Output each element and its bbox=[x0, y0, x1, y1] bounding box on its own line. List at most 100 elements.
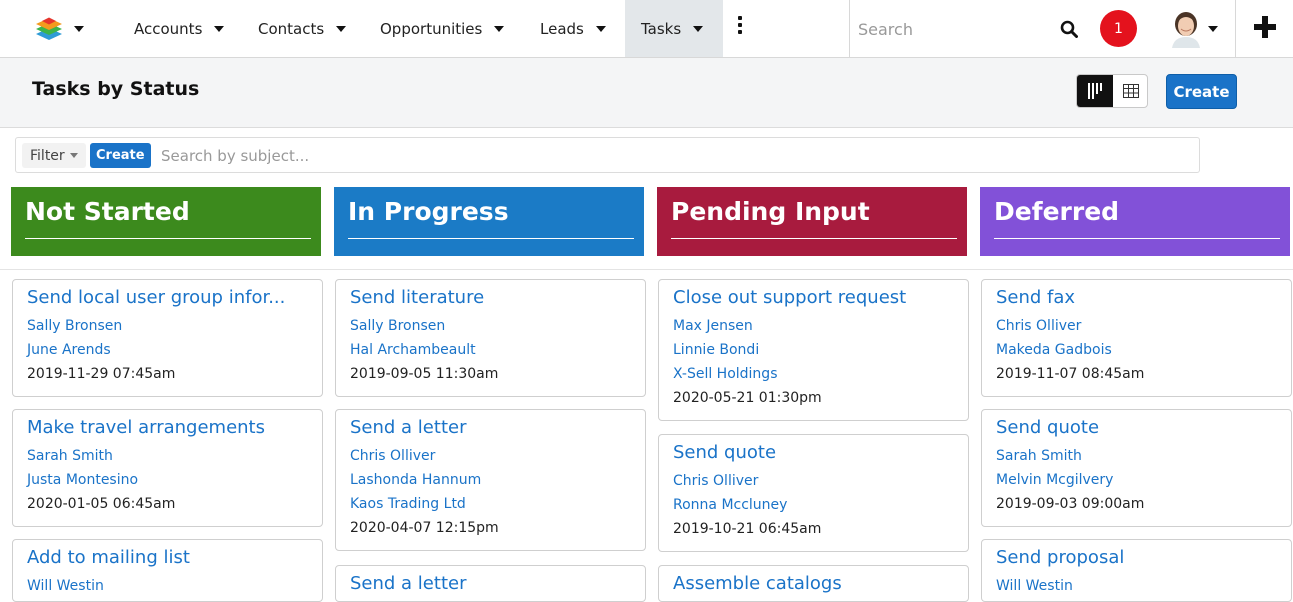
task-subject-link[interactable]: Close out support request bbox=[673, 287, 954, 309]
column-title: Pending Input bbox=[671, 197, 870, 226]
create-filter-button[interactable]: Create bbox=[90, 143, 151, 168]
task-card[interactable]: Send local user group infor... Sally Bron… bbox=[12, 279, 323, 397]
task-card[interactable]: Add to mailing list Will Westin bbox=[12, 539, 323, 602]
nav-contacts[interactable]: Contacts bbox=[258, 0, 347, 57]
task-due-date: 2019-09-05 11:30am bbox=[350, 366, 499, 382]
column-header-not-started: Not Started bbox=[11, 187, 321, 256]
task-card[interactable]: Assemble catalogs bbox=[658, 565, 969, 602]
chevron-down-icon bbox=[336, 25, 347, 32]
task-due-date: 2020-01-05 06:45am bbox=[27, 496, 176, 512]
chevron-down-icon bbox=[693, 25, 704, 32]
task-related-link[interactable]: Will Westin bbox=[27, 574, 308, 598]
task-related-link[interactable]: Chris Olliver bbox=[350, 444, 631, 468]
task-card[interactable]: Send quote Chris Olliver Ronna Mccluney 201… bbox=[658, 434, 969, 552]
task-related-link[interactable]: Chris Olliver bbox=[996, 314, 1277, 338]
task-subject-link[interactable]: Send literature bbox=[350, 287, 631, 309]
task-subject-link[interactable]: Send a letter bbox=[350, 417, 631, 439]
kanban-view-button[interactable] bbox=[1077, 75, 1113, 107]
nav-leads[interactable]: Leads bbox=[540, 0, 606, 57]
task-subject-link[interactable]: Send quote bbox=[673, 442, 954, 464]
task-due-date: 2020-05-21 01:30pm bbox=[673, 390, 822, 406]
chevron-down-icon bbox=[74, 26, 84, 32]
task-card[interactable]: Make travel arrangements Sarah Smith Justa… bbox=[12, 409, 323, 527]
chevron-down-icon bbox=[595, 25, 606, 32]
task-related-link[interactable]: Linnie Bondi bbox=[673, 338, 954, 362]
stack-logo-icon bbox=[36, 17, 62, 40]
filter-bar: Filter Create bbox=[15, 137, 1200, 173]
nav-tasks[interactable]: Tasks bbox=[625, 0, 723, 57]
task-card[interactable]: Send a letter Chris Olliver Lashonda Hannu… bbox=[335, 409, 646, 551]
task-card[interactable]: Send quote Sarah Smith Melvin Mcgilvery 201… bbox=[981, 409, 1292, 527]
task-related-link[interactable]: Sally Bronsen bbox=[350, 314, 631, 338]
task-related-link[interactable]: Melvin Mcgilvery bbox=[996, 468, 1277, 492]
task-subject-link[interactable]: Add to mailing list bbox=[27, 547, 308, 569]
nav-tasks-label: Tasks bbox=[641, 19, 682, 38]
search-icon[interactable] bbox=[1060, 20, 1078, 38]
task-subject-link[interactable]: Make travel arrangements bbox=[27, 417, 308, 439]
column-title: In Progress bbox=[348, 197, 509, 226]
task-subject-link[interactable]: Send local user group infor... bbox=[27, 287, 308, 309]
table-grid-icon bbox=[1123, 84, 1139, 98]
chevron-down-icon bbox=[69, 153, 78, 158]
notification-badge[interactable]: 1 bbox=[1100, 10, 1137, 47]
task-related-link[interactable]: Max Jensen bbox=[673, 314, 954, 338]
subject-search-input[interactable] bbox=[161, 143, 761, 168]
filter-label: Filter bbox=[30, 147, 65, 164]
top-navbar: Accounts Contacts Opportunities Leads Ta… bbox=[0, 0, 1293, 58]
kanban-icon bbox=[1088, 83, 1102, 99]
task-related-link[interactable]: X-Sell Holdings bbox=[673, 362, 954, 386]
task-related-link[interactable]: June Arends bbox=[27, 338, 308, 362]
nav-opportunities[interactable]: Opportunities bbox=[380, 0, 505, 57]
plus-icon bbox=[1254, 16, 1276, 38]
app-logo-menu[interactable] bbox=[30, 12, 90, 46]
task-due-date: 2019-11-29 07:45am bbox=[27, 366, 176, 382]
task-card[interactable]: Send literature Sally Bronsen Hal Archambe… bbox=[335, 279, 646, 397]
column-divider bbox=[0, 269, 1293, 270]
nav-accounts-label: Accounts bbox=[134, 19, 203, 38]
task-due-date: 2020-04-07 12:15pm bbox=[350, 520, 499, 536]
task-related-link[interactable]: Kaos Trading Ltd bbox=[350, 492, 631, 516]
task-subject-link[interactable]: Send fax bbox=[996, 287, 1277, 309]
column-title-underline bbox=[671, 238, 957, 239]
task-subject-link[interactable]: Send quote bbox=[996, 417, 1277, 439]
quick-create-button[interactable] bbox=[1235, 0, 1293, 57]
more-menu-icon[interactable] bbox=[735, 16, 745, 38]
column-header-deferred: Deferred bbox=[980, 187, 1290, 256]
nav-opportunities-label: Opportunities bbox=[380, 19, 483, 38]
nav-accounts[interactable]: Accounts bbox=[134, 0, 225, 57]
task-related-link[interactable]: Will Westin bbox=[996, 574, 1277, 598]
task-related-link[interactable]: Sarah Smith bbox=[996, 444, 1277, 468]
task-related-link[interactable]: Makeda Gadbois bbox=[996, 338, 1277, 362]
task-related-link[interactable]: Ronna Mccluney bbox=[673, 493, 954, 517]
task-related-link[interactable]: Chris Olliver bbox=[673, 469, 954, 493]
task-related-link[interactable]: Sarah Smith bbox=[27, 444, 308, 468]
chevron-down-icon[interactable] bbox=[1208, 26, 1218, 32]
column-title-underline bbox=[994, 238, 1280, 239]
chevron-down-icon bbox=[494, 25, 505, 32]
page-header: Tasks by Status Create bbox=[0, 58, 1293, 128]
task-related-link[interactable]: Justa Montesino bbox=[27, 468, 308, 492]
task-due-date: 2019-09-03 09:00am bbox=[996, 496, 1145, 512]
column-title-underline bbox=[25, 238, 311, 239]
task-subject-link[interactable]: Send proposal bbox=[996, 547, 1277, 569]
create-task-button[interactable]: Create bbox=[1166, 74, 1237, 109]
user-avatar[interactable] bbox=[1168, 10, 1204, 48]
task-related-link[interactable]: Sally Bronsen bbox=[27, 314, 308, 338]
task-due-date: 2019-11-07 08:45am bbox=[996, 366, 1145, 382]
task-card[interactable]: Send proposal Will Westin bbox=[981, 539, 1292, 602]
nav-leads-label: Leads bbox=[540, 19, 584, 38]
nav-contacts-label: Contacts bbox=[258, 19, 325, 38]
column-title-underline bbox=[348, 238, 634, 239]
chevron-down-icon bbox=[214, 25, 225, 32]
task-due-date: 2019-10-21 06:45am bbox=[673, 521, 822, 537]
task-card[interactable]: Close out support request Max Jensen Linni… bbox=[658, 279, 969, 421]
column-header-in-progress: In Progress bbox=[334, 187, 644, 256]
task-related-link[interactable]: Hal Archambeault bbox=[350, 338, 631, 362]
view-toggle bbox=[1076, 74, 1148, 108]
task-card[interactable]: Send fax Chris Olliver Makeda Gadbois 2019-… bbox=[981, 279, 1292, 397]
list-view-button[interactable] bbox=[1113, 75, 1147, 107]
filter-dropdown[interactable]: Filter bbox=[22, 143, 86, 168]
global-search-input[interactable] bbox=[858, 14, 1038, 44]
task-related-link[interactable]: Lashonda Hannum bbox=[350, 468, 631, 492]
task-card[interactable]: Send a letter bbox=[335, 565, 646, 602]
